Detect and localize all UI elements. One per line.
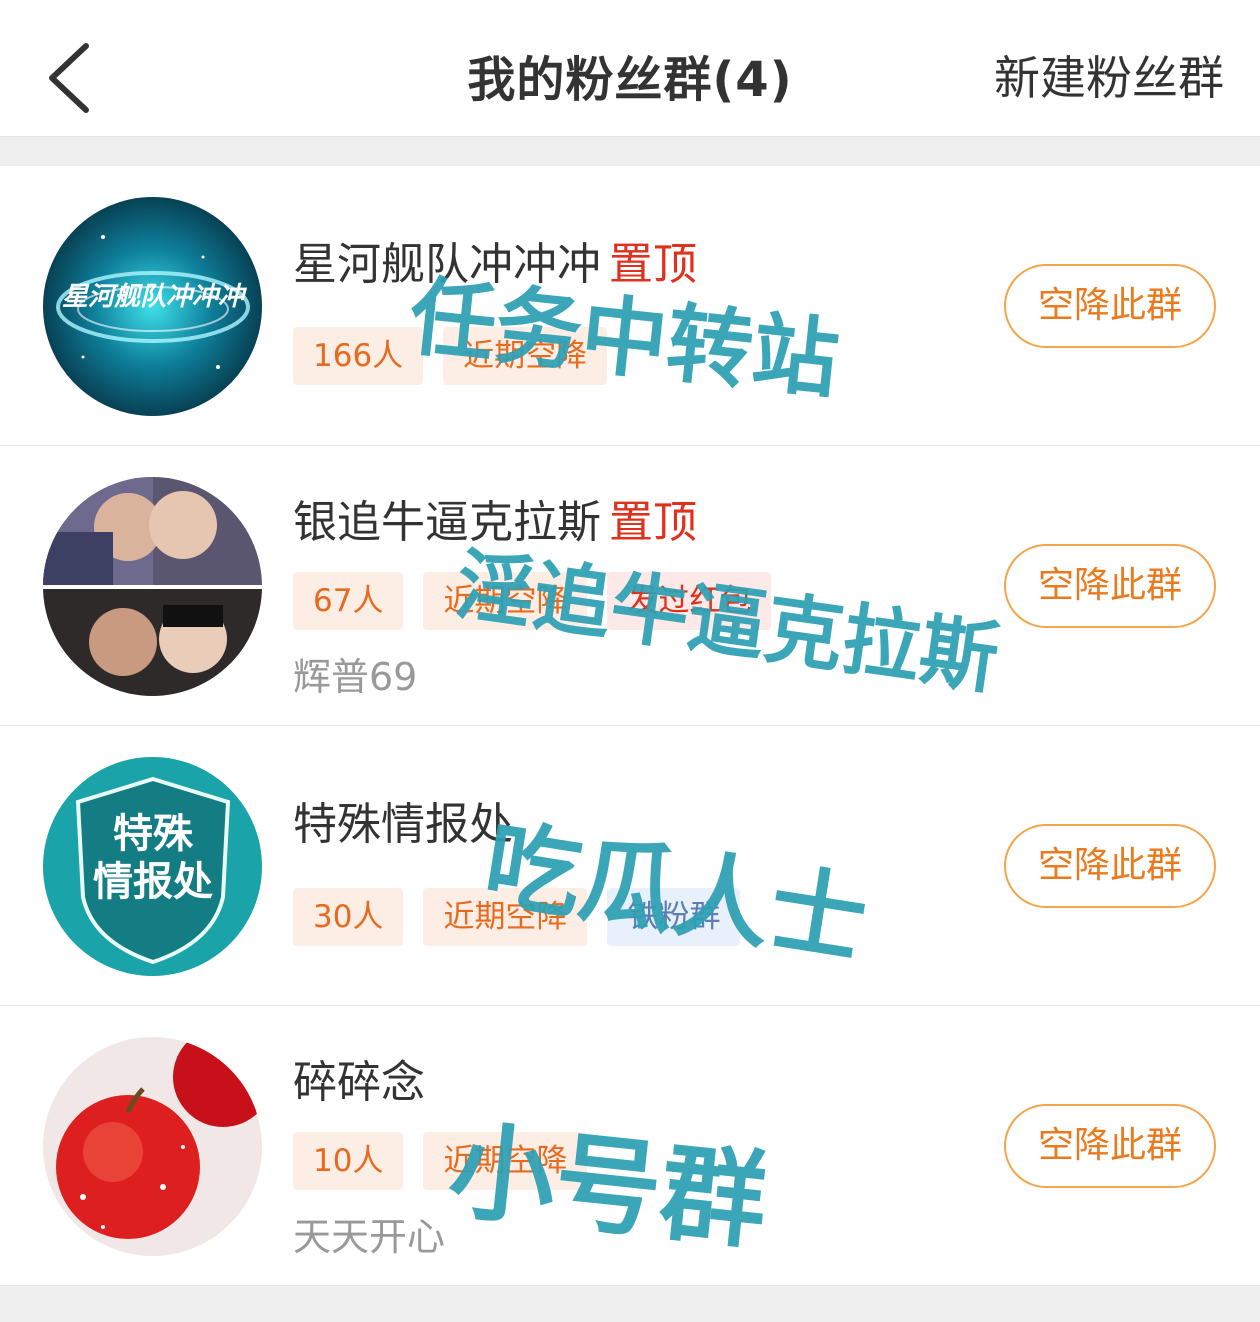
join-group-button[interactable]: 空降此群: [1004, 544, 1216, 628]
group-row[interactable]: 特殊 情报处 特殊情报处 30人 近期空降 铁粉群 空降此群: [0, 726, 1260, 1006]
group-subtitle: 辉普69: [293, 655, 418, 699]
group-name: 星河舰队冲冲冲 置顶: [293, 239, 697, 290]
top-bar: 我的粉丝群(4) 新建粉丝群: [0, 0, 1260, 137]
group-name: 碎碎念: [293, 1057, 425, 1108]
tag-list: 166人 近期空降: [293, 327, 608, 385]
tag-list: 30人 近期空降 铁粉群: [293, 888, 741, 946]
pinned-label: 置顶: [609, 239, 697, 290]
pinned-label: 置顶: [609, 497, 697, 548]
tag-list: 67人 近期空降 发过红包: [293, 572, 772, 630]
recent-tag: 近期空降: [423, 1132, 588, 1190]
red-packet-tag: 发过红包: [607, 572, 772, 630]
group-avatar-photo: [43, 477, 262, 696]
group-subtitle: 天天开心: [293, 1215, 446, 1259]
avatar-title-text: 星河舰队冲冲冲: [62, 282, 248, 312]
tag-list: 10人 近期空降: [293, 1132, 588, 1190]
group-name: 银追牛逼克拉斯 置顶: [293, 497, 697, 548]
group-avatar-apple: [43, 1037, 262, 1256]
group-avatar-galaxy: 星河舰队冲冲冲: [43, 197, 262, 416]
avatar-badge-line2: 情报处: [93, 859, 213, 905]
avatar-badge-line1: 特殊: [113, 811, 194, 857]
recent-tag: 近期空降: [423, 572, 588, 630]
member-count-tag: 10人: [293, 1132, 404, 1190]
group-name: 特殊情报处: [293, 799, 513, 850]
iron-fan-tag: 铁粉群: [607, 888, 741, 946]
group-row[interactable]: 银追牛逼克拉斯 置顶 67人 近期空降 发过红包 辉普69 空降此群: [0, 446, 1260, 726]
join-group-button[interactable]: 空降此群: [1004, 1104, 1216, 1188]
join-group-button[interactable]: 空降此群: [1004, 824, 1216, 908]
new-fan-group-button[interactable]: 新建粉丝群: [994, 42, 1224, 108]
group-row[interactable]: 星河舰队冲冲冲 星河舰队冲冲冲 置顶 166人 近期空降 空降此群: [0, 166, 1260, 446]
recent-tag: 近期空降: [423, 888, 588, 946]
join-group-button[interactable]: 空降此群: [1004, 264, 1216, 348]
member-count-tag: 67人: [293, 572, 404, 630]
member-count-tag: 30人: [293, 888, 404, 946]
recent-tag: 近期空降: [443, 327, 608, 385]
fan-group-list: 星河舰队冲冲冲 星河舰队冲冲冲 置顶 166人 近期空降 空降此群 银追牛逼克拉…: [0, 166, 1260, 1286]
member-count-tag: 166人: [293, 327, 424, 385]
group-avatar-badge: 特殊 情报处: [43, 757, 262, 976]
group-row[interactable]: 碎碎念 10人 近期空降 天天开心 空降此群: [0, 1006, 1260, 1286]
